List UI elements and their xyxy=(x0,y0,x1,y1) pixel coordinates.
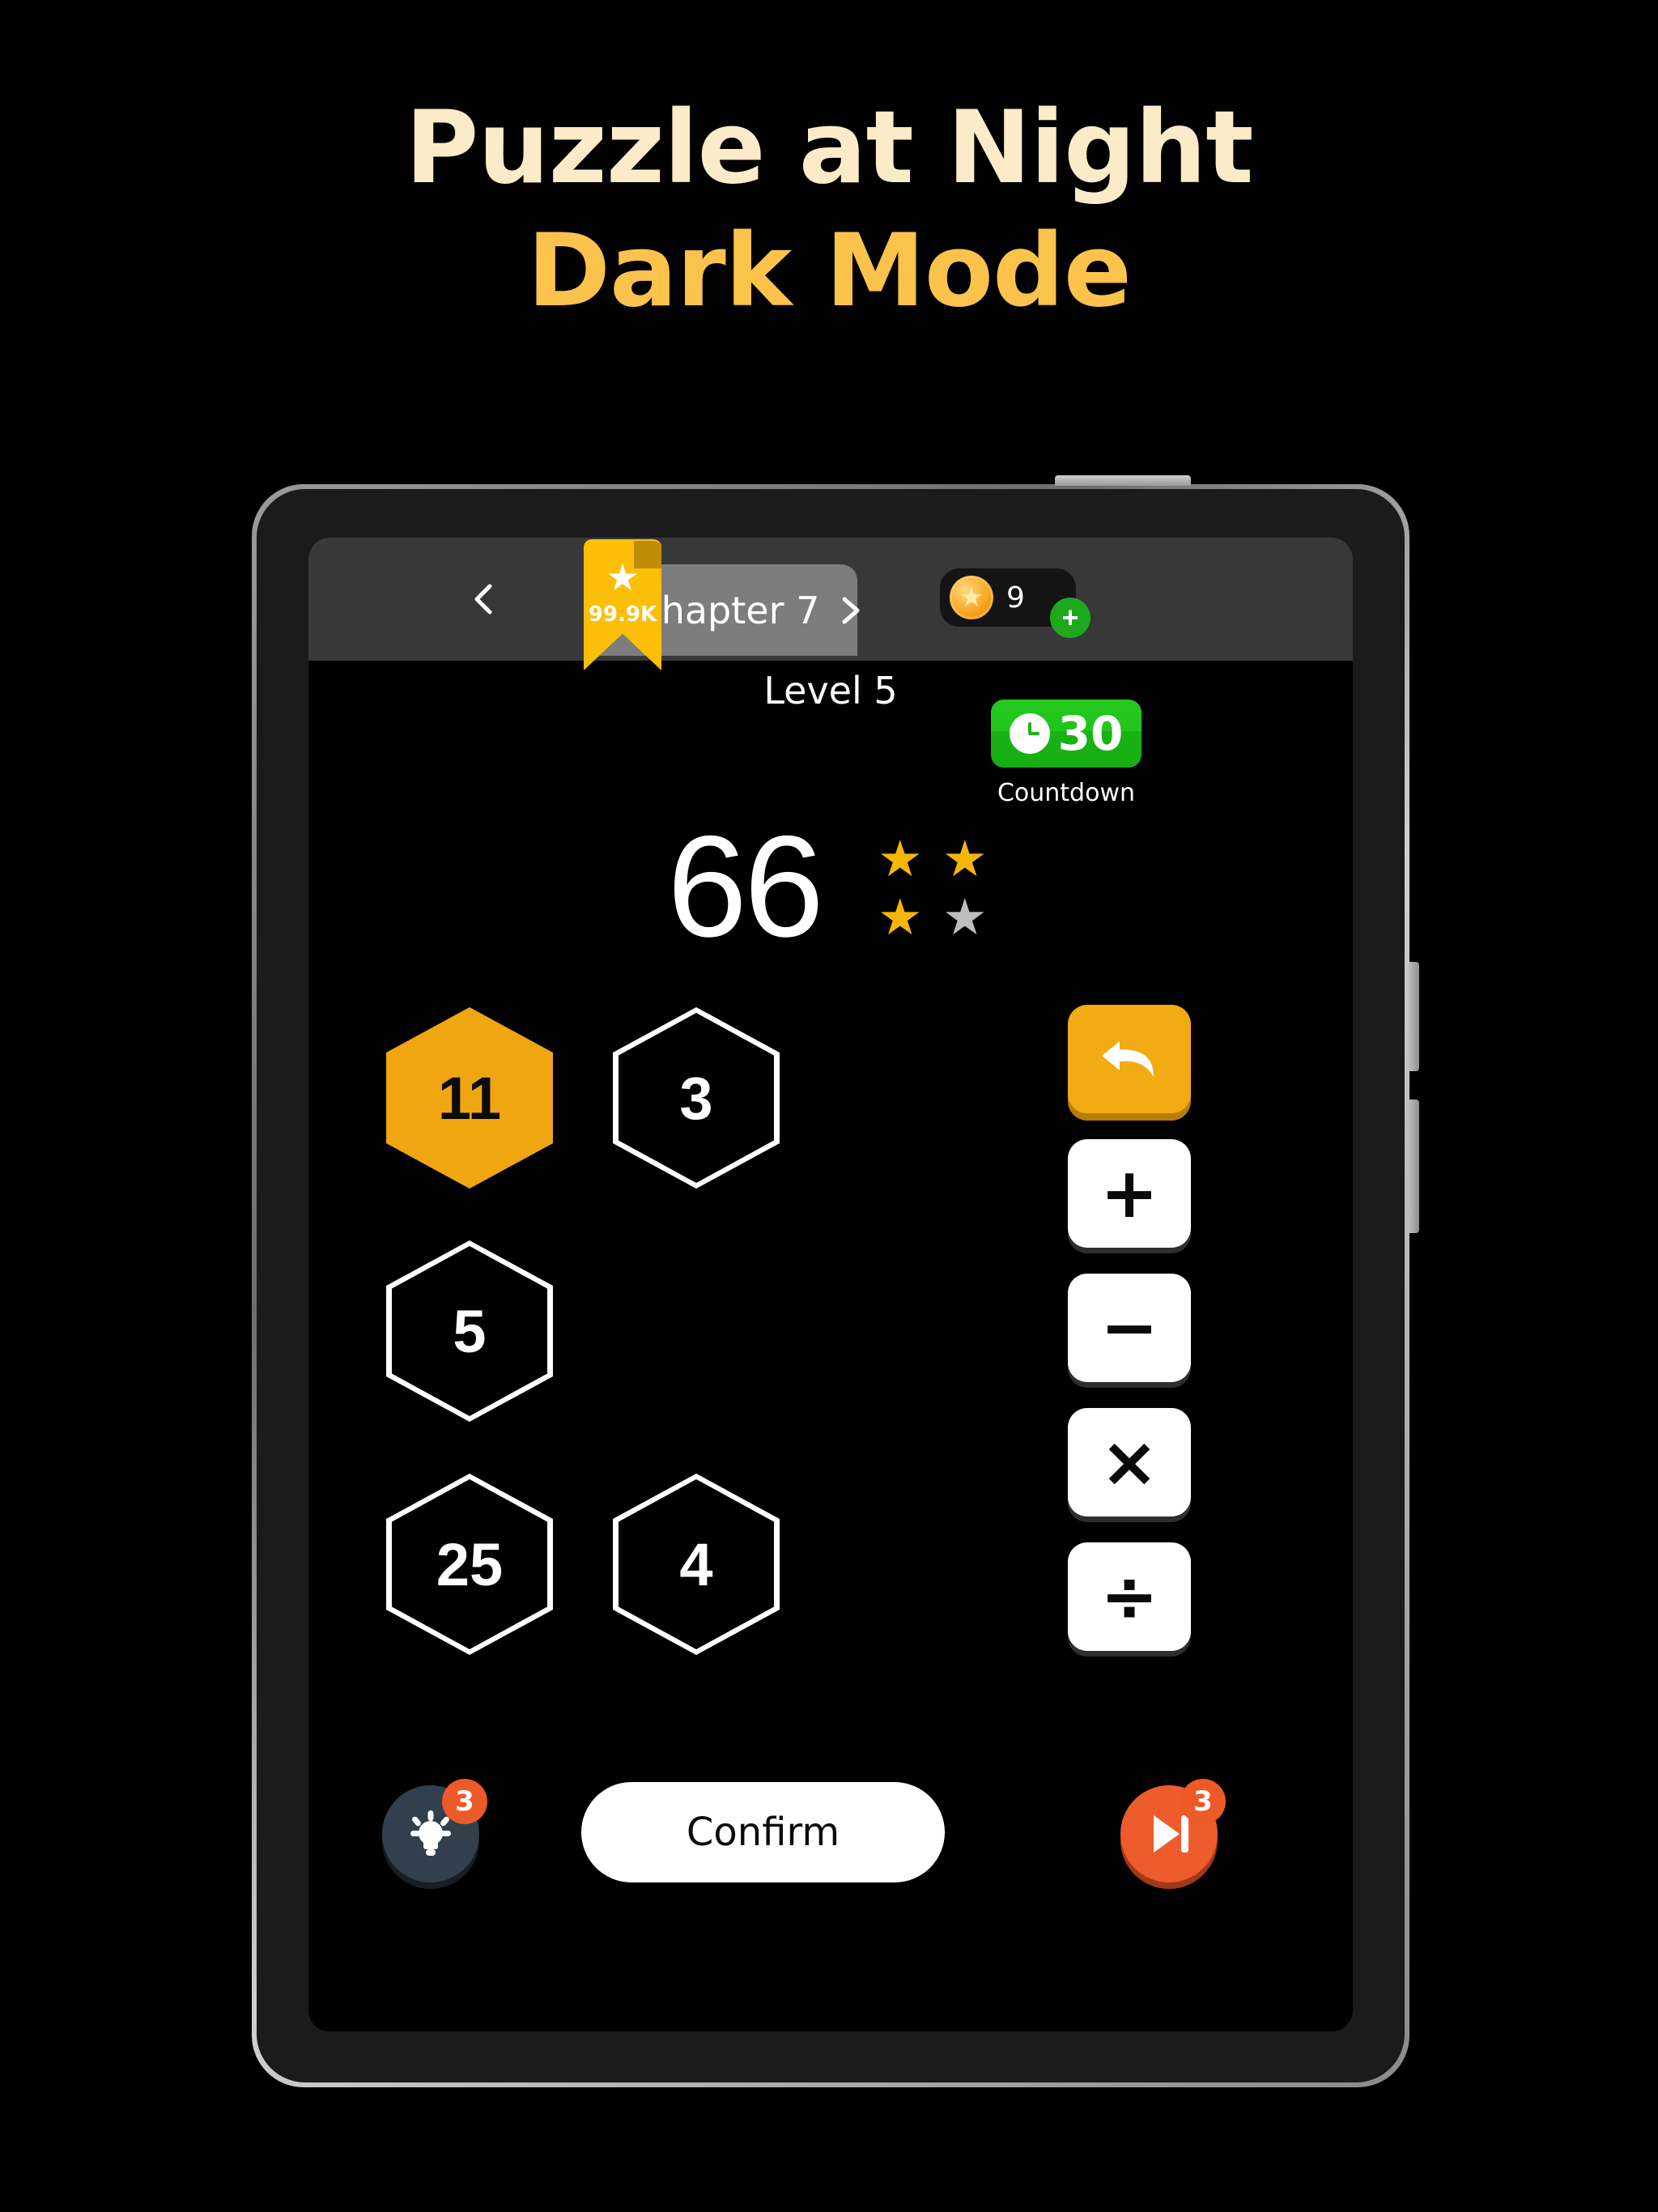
subtract-button[interactable]: − xyxy=(1068,1274,1191,1382)
chevron-right-icon xyxy=(842,597,860,623)
number-tile[interactable]: 4 xyxy=(613,1474,780,1655)
countdown-widget: 30 Countdown xyxy=(985,700,1147,807)
tile-value: 11 xyxy=(437,1064,502,1132)
back-button[interactable] xyxy=(466,581,502,617)
countdown-value: 30 xyxy=(1057,706,1124,761)
level-label: Level 5 xyxy=(763,669,898,713)
power-button[interactable] xyxy=(1055,475,1191,486)
star-icon: ★ xyxy=(942,890,988,946)
skip-count-badge: 3 xyxy=(1180,1779,1226,1824)
hint-button[interactable]: 3 xyxy=(382,1779,487,1882)
device-screen: Chapter 7 ★ 99.9K ★ 9 + Level 5 30 Count… xyxy=(308,538,1353,2031)
number-tile[interactable]: 3 xyxy=(613,1007,780,1189)
tile-value: 5 xyxy=(453,1297,487,1365)
tile-value: 4 xyxy=(679,1530,713,1598)
tile-value: 3 xyxy=(679,1064,713,1132)
divide-icon: ÷ xyxy=(1099,1556,1159,1637)
multiply-icon: × xyxy=(1099,1422,1159,1503)
undo-button[interactable] xyxy=(1068,1005,1191,1113)
confirm-button[interactable]: Confirm xyxy=(581,1782,945,1882)
minus-icon: − xyxy=(1099,1287,1159,1368)
ribbon-star-count: 99.9K xyxy=(588,602,657,627)
number-board: 11 3 5 25 4 xyxy=(386,1007,888,1655)
clock-icon xyxy=(1009,713,1050,754)
star-icon: ★ xyxy=(878,890,923,946)
countdown-label: Countdown xyxy=(997,779,1136,807)
chevron-left-icon xyxy=(474,584,492,615)
stars-ribbon[interactable]: ★ 99.9K xyxy=(584,539,661,670)
chapter-next-button[interactable] xyxy=(837,593,865,628)
tile-value: 25 xyxy=(436,1530,504,1598)
divide-button[interactable]: ÷ xyxy=(1068,1542,1191,1651)
promo-title: Puzzle at Night xyxy=(405,90,1254,206)
tablet-device: Chapter 7 ★ 99.9K ★ 9 + Level 5 30 Count… xyxy=(252,475,1419,2087)
coin-star-icon: ★ xyxy=(950,576,993,619)
volume-down-button[interactable] xyxy=(1409,1100,1419,1233)
star-icon: ★ xyxy=(878,832,923,887)
hint-count-badge: 3 xyxy=(442,1779,487,1824)
chapter-label: Chapter 7 xyxy=(635,588,820,632)
action-bar: 3 Confirm 3 xyxy=(308,1772,1353,1910)
target-row: 66 ★ ★ ★ ★ xyxy=(308,815,1353,959)
level-stars: ★ ★ ★ ★ xyxy=(878,835,994,943)
device-body: Chapter 7 ★ 99.9K ★ 9 + Level 5 30 Count… xyxy=(257,489,1405,2082)
skip-button[interactable]: 3 xyxy=(1120,1779,1226,1882)
operator-panel: + − × ÷ xyxy=(1068,1005,1191,1651)
multiply-button[interactable]: × xyxy=(1068,1408,1191,1516)
number-tile[interactable]: 5 xyxy=(386,1240,553,1422)
number-tile[interactable]: 11 xyxy=(386,1007,553,1189)
star-icon: ★ xyxy=(606,556,640,598)
plus-icon: + xyxy=(1099,1153,1159,1234)
promo-subtitle: Dark Mode xyxy=(527,213,1132,330)
promo-header: Puzzle at Night Dark Mode xyxy=(0,89,1658,331)
volume-up-button[interactable] xyxy=(1409,962,1419,1071)
countdown-badge: 30 xyxy=(991,700,1141,768)
coin-counter[interactable]: ★ 9 + xyxy=(940,568,1090,638)
target-number: 66 xyxy=(667,806,824,967)
add-coins-button[interactable]: + xyxy=(1050,598,1090,638)
add-button[interactable]: + xyxy=(1068,1139,1191,1248)
confirm-label: Confirm xyxy=(686,1810,840,1855)
number-tile[interactable]: 25 xyxy=(386,1474,553,1655)
undo-arrow-icon xyxy=(1102,1041,1154,1077)
star-icon: ★ xyxy=(942,832,988,887)
game-topbar: Chapter 7 ★ 99.9K ★ 9 + xyxy=(308,538,1353,670)
coin-amount: 9 xyxy=(1006,581,1025,615)
